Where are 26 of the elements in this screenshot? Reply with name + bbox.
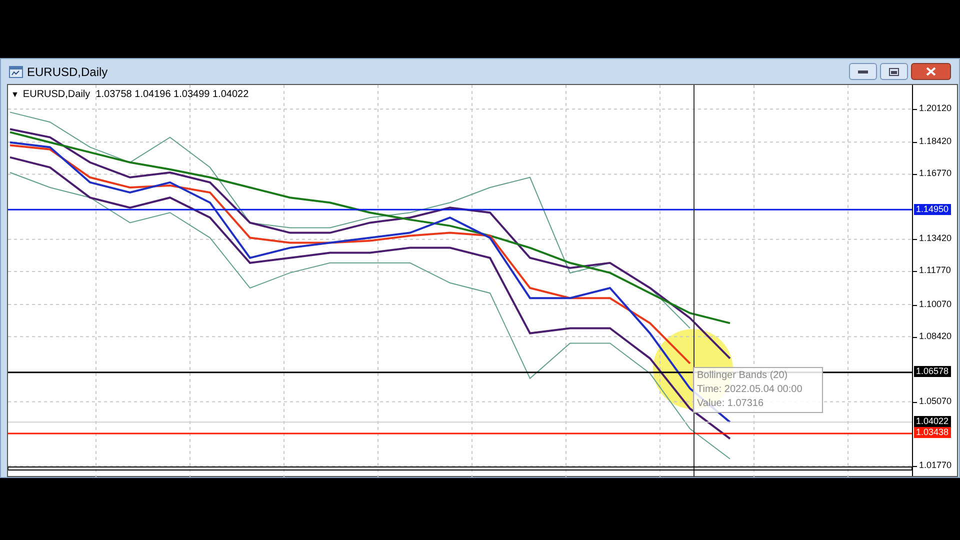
price-tick-label: 1.20120 bbox=[919, 103, 952, 114]
price-tick-label: 1.18420 bbox=[919, 136, 952, 148]
price-level-label: 1.14950 bbox=[914, 204, 951, 215]
price-level-label: 1.03438 bbox=[914, 427, 951, 438]
tooltip-text: Bollinger Bands (20) bbox=[697, 369, 789, 383]
price-tick-label: 1.10070 bbox=[919, 298, 952, 310]
chart-menu-glyph[interactable]: ▼ bbox=[11, 88, 19, 100]
minimize-button[interactable] bbox=[849, 63, 877, 80]
price-tick-label: 1.08420 bbox=[919, 330, 952, 342]
price-tick-label: 1.13420 bbox=[919, 233, 952, 244]
chart-header: EURUSD,Daily 1.03758 1.04196 1.03499 1.04022 bbox=[22, 88, 249, 102]
window-icon bbox=[9, 66, 23, 78]
tooltip-text: Value: 1.07316 bbox=[697, 397, 765, 411]
window-title: EURUSD,Daily bbox=[27, 64, 108, 80]
restore-icon bbox=[889, 68, 899, 76]
price-tick-label: 1.11770 bbox=[919, 265, 951, 276]
price-tick-label: 1.01770 bbox=[919, 460, 952, 471]
tooltip-text: Time: 2022.05.04 00:00 bbox=[697, 383, 804, 397]
price-tick-label: 1.05070 bbox=[919, 396, 952, 407]
close-button[interactable] bbox=[911, 63, 951, 80]
price-tick-label: 1.16770 bbox=[919, 168, 952, 180]
close-icon bbox=[926, 67, 936, 76]
price-level-label: 1.06578 bbox=[914, 366, 951, 378]
price-level-label: 1.04022 bbox=[914, 416, 951, 428]
minimize-icon bbox=[858, 70, 868, 74]
maximize-button[interactable] bbox=[880, 63, 908, 80]
